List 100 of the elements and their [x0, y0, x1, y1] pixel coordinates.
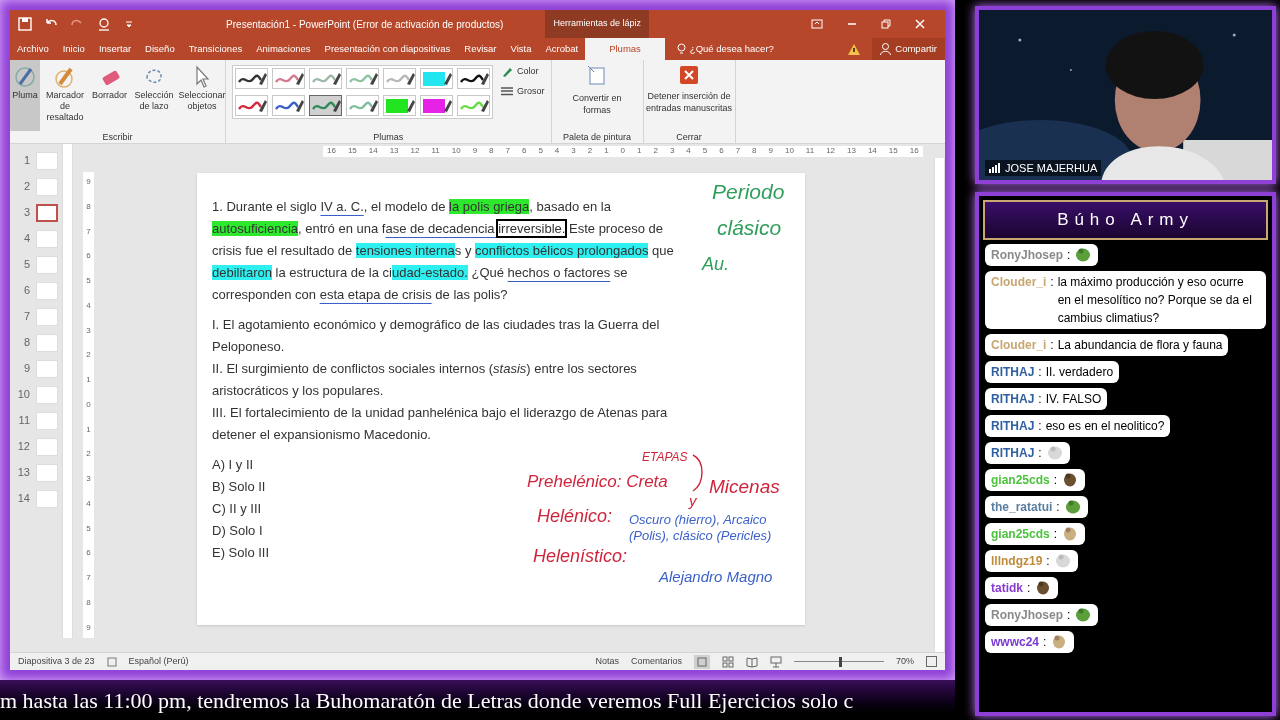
answer-option: A) I y II	[212, 454, 254, 476]
ink-annotation: ETAPAS	[642, 451, 688, 463]
stop-inking-button[interactable]: Detener inserción de entradas manuscritas	[643, 60, 735, 131]
chat-separator: :	[1043, 634, 1047, 651]
pen-swatch[interactable]	[309, 68, 342, 89]
share-button[interactable]: Compartir	[872, 38, 945, 60]
fit-slide-icon[interactable]	[926, 656, 937, 667]
lightbulb-icon	[676, 43, 686, 55]
chat-separator: :	[1067, 607, 1071, 624]
pen-swatch[interactable]	[457, 95, 490, 116]
ribbon-tab[interactable]: Revisar	[457, 38, 504, 60]
ink-annotation: Alejandro Magno	[659, 569, 773, 584]
chat-username: Clouder_i	[991, 274, 1047, 291]
search-input[interactable]: ¿Qué desea hacer?	[689, 41, 790, 57]
emote-icon	[1074, 606, 1093, 622]
close-icon[interactable]	[915, 19, 925, 29]
statement-text: II. El surgimiento de conflictos sociales internos (stasis) entre los sectores aristocráticos y los populares.	[212, 360, 638, 400]
ribbon-tab[interactable]: Diseño	[138, 38, 182, 60]
pen-icon	[501, 65, 513, 78]
emote-icon	[1074, 246, 1093, 262]
person-icon	[880, 43, 892, 55]
chat-separator: :	[1053, 472, 1058, 489]
ribbon-button[interactable]: Marcador de resaltado	[42, 60, 88, 131]
answer-option: D) Solo I	[212, 520, 263, 542]
chat-separator: :	[1046, 553, 1050, 570]
ribbon-button[interactable]: Seleccionar objetos	[179, 60, 225, 131]
slide-number: 10	[17, 387, 30, 402]
pen-swatch[interactable]	[346, 68, 379, 89]
ink-annotation: Helénico:	[537, 507, 613, 525]
group-label: Paleta de pintura	[563, 131, 632, 143]
ribbon-tab[interactable]: Animaciones	[249, 38, 318, 60]
chat-username: RITHAJ	[991, 445, 1035, 462]
restore-icon[interactable]	[881, 19, 891, 29]
reading-view-icon[interactable]	[746, 655, 758, 668]
zoom-level: 70%	[896, 654, 914, 668]
slide-number: 1	[23, 153, 30, 168]
chat-username: RITHAJ	[991, 418, 1035, 435]
ribbon-tab[interactable]: Presentación con diapositivas	[317, 38, 458, 60]
slideshow-icon[interactable]	[770, 655, 782, 668]
chat-text: La abundancia de flora y fauna	[1057, 337, 1223, 354]
ink-annotation: Prehelénico: Creta	[527, 473, 668, 490]
pen-swatch[interactable]	[309, 95, 342, 116]
answer-option: C) II y III	[212, 498, 262, 520]
zoom-slider[interactable]	[794, 656, 884, 667]
ribbon-tab[interactable]: Inicio	[55, 38, 92, 60]
chat-text: eso es en el neolitico?	[1045, 418, 1165, 435]
pen-swatch[interactable]	[420, 68, 453, 89]
ribbon-tab[interactable]: Transiciones	[181, 38, 250, 60]
chat-separator: :	[1038, 364, 1042, 381]
chat-separator: :	[1038, 418, 1042, 435]
horizontal-ruler: 16 15 14 13 12 11 10 9 8 7 6 5 4 3 2 1 0 1 2 3 4 5 6 7 8 9 10 11 12 13 14 15 16	[323, 145, 923, 157]
slide-sorter-icon[interactable]	[722, 655, 734, 668]
pen-swatch[interactable]	[383, 68, 416, 89]
ink-annotation: Periodo	[712, 181, 785, 202]
notes-button[interactable]: Notas	[595, 654, 619, 669]
slide-thumbnail[interactable]	[36, 204, 58, 222]
thickness-button[interactable]: Grosor	[501, 84, 545, 98]
save-icon[interactable]	[18, 17, 32, 31]
pen-swatch[interactable]	[420, 95, 453, 116]
ribbon-tab[interactable]: Acrobat	[538, 38, 586, 60]
ribbon-tab[interactable]: Insertar	[91, 38, 139, 60]
pen-swatch[interactable]	[272, 68, 305, 89]
warning-icon	[848, 44, 861, 55]
slide-number: 5	[23, 257, 30, 272]
ribbon-options-icon[interactable]	[811, 18, 823, 30]
statement-text: III. El fortalecimiento de la unidad panhelénica bajo el liderazgo de Atenas para detener el expansionismo Macedonio.	[212, 404, 669, 444]
slide-number: 2	[23, 179, 30, 194]
chat-username: tatidk	[991, 580, 1023, 597]
ribbon-tab[interactable]: Plumas	[585, 38, 665, 60]
chat-username: RITHAJ	[991, 391, 1035, 408]
pen-swatch[interactable]	[235, 95, 268, 116]
pen-swatch[interactable]	[457, 68, 490, 89]
color-button[interactable]: Color	[501, 65, 545, 79]
language-label[interactable]: Español (Perú)	[128, 654, 189, 669]
customize-icon[interactable]	[124, 19, 134, 29]
chat-username: gian25cds	[991, 526, 1050, 543]
ribbon-tab[interactable]: Archivo	[10, 38, 56, 60]
slide-number: 3	[23, 205, 30, 220]
slide-number: 8	[23, 335, 30, 350]
vertical-ruler: 9 8 7 6 5 4 3 2 1 0 1 2 3 4 5 6 7 8 9	[83, 172, 94, 638]
chat-separator: :	[1056, 499, 1060, 516]
group-label: Plumas	[372, 131, 405, 143]
presenter-icon[interactable]	[96, 17, 112, 31]
comments-button[interactable]: Comentarios	[630, 654, 682, 669]
chat-separator: :	[1050, 274, 1054, 291]
ink-annotation: Helenístico:	[533, 547, 628, 565]
slide-number: 7	[23, 309, 30, 324]
pen-swatch[interactable]	[235, 68, 268, 89]
ribbon-button[interactable]: Selección de lazo	[131, 60, 177, 131]
pen-swatch[interactable]	[346, 95, 379, 116]
ribbon-button[interactable]: Pluma	[10, 60, 40, 131]
pen-swatch[interactable]	[383, 95, 416, 116]
ribbon-tab[interactable]: Vista	[503, 38, 539, 60]
chat-username: RonyJhosep	[991, 607, 1063, 624]
convert-button[interactable]: Convertir en formas	[567, 60, 628, 131]
slide-counter: Diapositiva 3 de 23	[18, 654, 95, 668]
ink-annotation: (Polis), clásico (Pericles)	[629, 529, 772, 542]
search-field[interactable]: ¿Qué desea hacer?	[668, 38, 798, 60]
ribbon-button[interactable]: Borrador	[90, 60, 129, 131]
pen-swatch[interactable]	[272, 95, 305, 116]
